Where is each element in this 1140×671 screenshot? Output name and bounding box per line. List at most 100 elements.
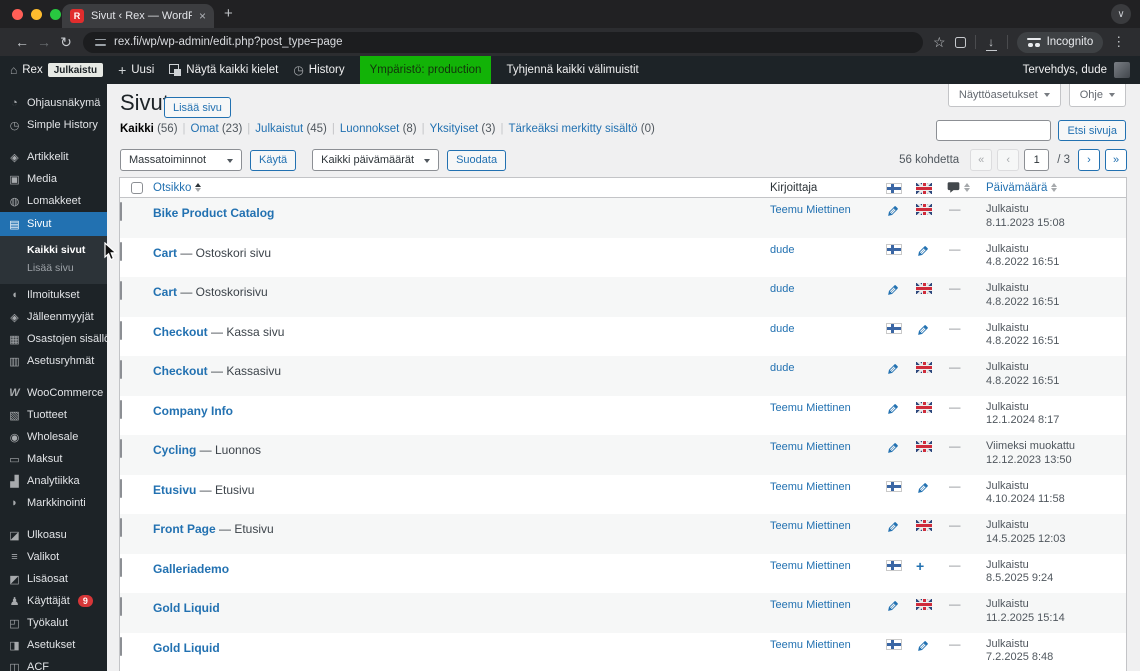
sidebar-item-j-lleenmyyj-t[interactable]: ◈ Jälleenmyyjät bbox=[0, 306, 107, 328]
column-comments-header[interactable] bbox=[942, 181, 986, 194]
author-link[interactable]: dude bbox=[770, 317, 886, 335]
edit-translation-icon[interactable] bbox=[916, 244, 930, 263]
admin-bar-account[interactable]: Tervehdys, dude bbox=[1023, 62, 1130, 78]
finnish-language-cell[interactable] bbox=[886, 317, 916, 341]
filter-button[interactable]: Suodata bbox=[447, 149, 507, 171]
edit-translation-icon[interactable] bbox=[886, 599, 900, 618]
address-bar[interactable]: rex.fi/wp/wp-admin/edit.php?post_type=pa… bbox=[83, 31, 923, 53]
add-translation-icon[interactable]: + bbox=[916, 559, 924, 573]
page-title-link[interactable]: Etusivu bbox=[153, 483, 196, 497]
sidebar-item-acf[interactable]: ◫ ACF bbox=[0, 656, 107, 671]
finnish-language-cell[interactable] bbox=[886, 633, 916, 657]
page-title-link[interactable]: Checkout bbox=[153, 364, 208, 378]
author-link[interactable]: Teemu Miettinen bbox=[770, 475, 886, 493]
row-checkbox[interactable] bbox=[120, 439, 122, 458]
english-language-cell[interactable] bbox=[916, 238, 942, 263]
author-link[interactable]: dude bbox=[770, 356, 886, 374]
author-link[interactable]: dude bbox=[770, 277, 886, 295]
sidebar-item-artikkelit[interactable]: ◈ Artikkelit bbox=[0, 146, 107, 168]
edit-translation-icon[interactable] bbox=[916, 323, 930, 342]
author-link[interactable]: dude bbox=[770, 238, 886, 256]
author-link[interactable]: Teemu Miettinen bbox=[770, 633, 886, 651]
new-tab-button[interactable]: + bbox=[224, 5, 233, 22]
page-title-link[interactable]: Cart bbox=[153, 246, 177, 260]
date-filter-select[interactable]: Kaikki päivämäärät bbox=[312, 149, 440, 171]
sidebar-item-valikot[interactable]: ≡ Valikot bbox=[0, 546, 107, 568]
edit-translation-icon[interactable] bbox=[886, 520, 900, 539]
browser-tab[interactable]: R Sivut ‹ Rex — WordPress × bbox=[62, 4, 214, 28]
sidebar-item-analytiikka[interactable]: ▟ Analytiikka bbox=[0, 470, 107, 492]
tab-close-icon[interactable]: × bbox=[199, 9, 206, 23]
filter-link-t-rke-ksi-merkitty-sis-lt-[interactable]: Tärkeäksi merkitty sisältö (0) bbox=[508, 123, 654, 135]
row-checkbox[interactable] bbox=[120, 399, 122, 419]
forward-icon[interactable]: → bbox=[33, 34, 55, 50]
sidebar-item-tuotteet[interactable]: ▧ Tuotteet bbox=[0, 404, 107, 426]
row-checkbox[interactable] bbox=[120, 557, 122, 577]
reload-icon[interactable]: ↻ bbox=[55, 34, 77, 51]
back-icon[interactable]: ← bbox=[11, 34, 33, 50]
row-checkbox[interactable] bbox=[120, 241, 122, 261]
current-page-input[interactable] bbox=[1024, 149, 1050, 171]
filter-link-kaikki[interactable]: Kaikki (56) bbox=[120, 123, 178, 135]
sidebar-item-asetusryhm-t[interactable]: ▥ Asetusryhmät bbox=[0, 350, 107, 372]
admin-bar-clear-cache[interactable]: Tyhjennä kaikki välimuistit bbox=[506, 64, 638, 76]
author-link[interactable]: Teemu Miettinen bbox=[770, 554, 886, 572]
finnish-language-cell[interactable] bbox=[886, 554, 916, 578]
site-settings-icon[interactable] bbox=[95, 38, 106, 47]
add-page-button[interactable]: Lisää sivu bbox=[164, 97, 231, 118]
search-input[interactable] bbox=[936, 120, 1052, 141]
admin-bar-languages[interactable]: Näytä kaikki kielet bbox=[169, 64, 278, 76]
bookmark-star-icon[interactable]: ☆ bbox=[933, 34, 946, 51]
help-button[interactable]: Ohje bbox=[1068, 84, 1126, 107]
window-minimize-button[interactable] bbox=[31, 9, 42, 20]
author-link[interactable]: Teemu Miettinen bbox=[770, 198, 886, 216]
page-title-link[interactable]: Cart bbox=[153, 285, 177, 299]
row-checkbox[interactable] bbox=[120, 360, 122, 379]
english-language-cell[interactable]: + bbox=[916, 554, 942, 578]
sidebar-item-markkinointi[interactable]: ◗ Markkinointi bbox=[0, 492, 107, 514]
downloads-icon[interactable]: ↓ bbox=[985, 35, 998, 51]
page-title-link[interactable]: Company Info bbox=[153, 404, 233, 418]
extensions-icon[interactable] bbox=[954, 36, 966, 48]
english-language-cell[interactable] bbox=[916, 198, 942, 222]
edit-translation-icon[interactable] bbox=[886, 362, 900, 381]
next-page-button[interactable]: › bbox=[1078, 149, 1100, 171]
row-checkbox[interactable] bbox=[120, 478, 122, 498]
finnish-language-cell[interactable] bbox=[886, 356, 916, 381]
screen-options-button[interactable]: Näyttöasetukset bbox=[947, 84, 1061, 107]
english-language-cell[interactable] bbox=[916, 396, 942, 420]
filter-link-omat[interactable]: Omat (23) bbox=[191, 123, 243, 135]
sidebar-item-media[interactable]: ▣ Media bbox=[0, 168, 107, 190]
admin-bar-history[interactable]: ◷ History bbox=[293, 63, 344, 77]
page-title-link[interactable]: Checkout bbox=[153, 325, 208, 339]
finnish-language-cell[interactable] bbox=[886, 277, 916, 302]
sidebar-item-ulkoasu[interactable]: ◪ Ulkoasu bbox=[0, 524, 107, 546]
finnish-language-cell[interactable] bbox=[886, 238, 916, 262]
row-checkbox[interactable] bbox=[120, 597, 122, 616]
tab-search-chevron-icon[interactable]: ∨ bbox=[1111, 4, 1131, 24]
search-pages-button[interactable]: Etsi sivuja bbox=[1058, 120, 1126, 141]
author-link[interactable]: Teemu Miettinen bbox=[770, 514, 886, 532]
sidebar-item-simple-history[interactable]: ◷ Simple History bbox=[0, 114, 107, 136]
sidebar-item-ty-kalut[interactable]: ◰ Työkalut bbox=[0, 612, 107, 634]
select-all-checkbox[interactable] bbox=[130, 181, 143, 194]
sidebar-subitem-kaikki-sivut[interactable]: Kaikki sivut bbox=[0, 241, 107, 259]
english-language-cell[interactable] bbox=[916, 435, 942, 459]
sidebar-item-sivut[interactable]: ▤ Sivut bbox=[0, 212, 107, 236]
row-checkbox[interactable] bbox=[120, 636, 122, 656]
edit-translation-icon[interactable] bbox=[916, 481, 930, 500]
browser-menu-icon[interactable]: ⋮ bbox=[1112, 34, 1125, 50]
page-title-link[interactable]: Gold Liquid bbox=[153, 641, 220, 655]
sidebar-item-osastojen-sis-ll-t[interactable]: ▦ Osastojen sisällöt bbox=[0, 328, 107, 350]
finnish-language-cell[interactable] bbox=[886, 198, 916, 223]
author-link[interactable]: Teemu Miettinen bbox=[770, 435, 886, 453]
page-title-link[interactable]: Front Page bbox=[153, 522, 216, 536]
page-title-link[interactable]: Gold Liquid bbox=[153, 601, 220, 615]
edit-translation-icon[interactable] bbox=[916, 639, 930, 658]
column-title-header[interactable]: Otsikko bbox=[153, 182, 770, 194]
finnish-language-cell[interactable] bbox=[886, 514, 916, 539]
row-checkbox[interactable] bbox=[120, 202, 122, 221]
filter-link-julkaistut[interactable]: Julkaistut (45) bbox=[255, 123, 327, 135]
edit-translation-icon[interactable] bbox=[886, 402, 900, 421]
sidebar-item-lis-osat[interactable]: ◩ Lisäosat bbox=[0, 568, 107, 590]
